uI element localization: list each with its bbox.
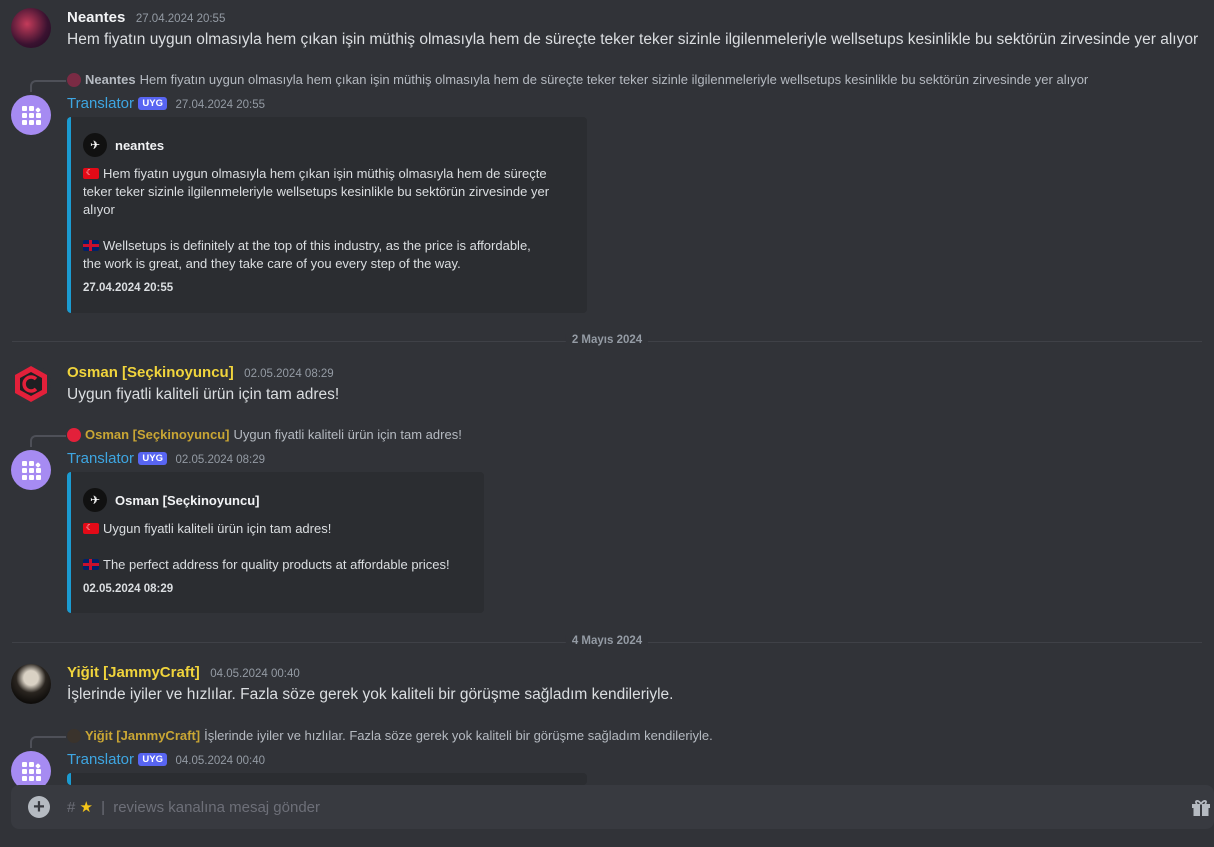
- embed-author: ✈ Osman [Seçkinoyuncu]: [83, 488, 259, 512]
- translator-bot-icon: [22, 106, 41, 125]
- reply-text: Hem fiyatın uygun olmasıyla hem çıkan iş…: [139, 72, 1089, 87]
- username[interactable]: Translator: [67, 450, 134, 467]
- reply-connector: [30, 80, 66, 92]
- channel-hash: #: [67, 799, 76, 816]
- reply-text: Uygun fiyatli kaliteli ürün için tam adr…: [233, 427, 462, 442]
- message-text: Uygun fiyatli kaliteli ürün için tam adr…: [67, 386, 340, 403]
- reply-preview[interactable]: Osman [Seçkinoyuncu] Uygun fiyatli kalit…: [67, 427, 462, 442]
- message-placeholder: reviews kanalına mesaj gönder: [113, 799, 320, 816]
- timestamp: 27.04.2024 20:55: [135, 13, 226, 25]
- embed-line: alıyor: [83, 202, 115, 217]
- reply-username[interactable]: Neantes: [85, 72, 136, 87]
- reply-preview[interactable]: Neantes Hem fiyatın uygun olmasıyla hem …: [67, 72, 1088, 87]
- uk-flag-icon: [83, 559, 99, 570]
- translator-bot-icon: [22, 461, 41, 480]
- username[interactable]: Yiğit [JammyCraft]: [67, 664, 200, 681]
- date-divider: 4 Mayıs 2024: [12, 635, 1202, 647]
- embed-line: Wellsetups is definitely at the top of t…: [103, 238, 531, 253]
- translator-bot-icon: [22, 762, 41, 781]
- turkey-flag-icon: [83, 167, 99, 179]
- reply-connector: [30, 435, 66, 447]
- embed-line: teker teker sizinle ilgilenmeleriyle wel…: [83, 184, 550, 199]
- embed-line: Uygun fiyatli kaliteli ürün için tam adr…: [103, 521, 332, 536]
- separator: |: [101, 799, 106, 816]
- timestamp: 02.05.2024 08:29: [244, 368, 334, 380]
- embed-author-name[interactable]: neantes: [115, 138, 164, 153]
- message-input[interactable]: # ★ | reviews kanalına mesaj gönder: [67, 798, 320, 816]
- embed-author-avatar: ✈: [83, 133, 107, 157]
- date-divider: 2 Mayıs 2024: [12, 334, 1202, 346]
- avatar-translator[interactable]: [11, 95, 51, 135]
- app-badge: UYG: [138, 452, 168, 466]
- reply-text: İşlerinde iyiler ve hızlılar. Fazla söze…: [204, 728, 713, 743]
- turkey-flag-icon: [83, 522, 99, 534]
- message-composer[interactable]: + # ★ | reviews kanalına mesaj gönder: [11, 785, 1214, 829]
- avatar-osman[interactable]: [11, 364, 51, 404]
- reply-avatar: [67, 728, 81, 743]
- seckinoyuncu-logo-icon: [15, 366, 47, 402]
- reply-connector: [30, 736, 66, 748]
- reply-avatar: [67, 72, 81, 87]
- avatar-neantes[interactable]: [11, 8, 51, 48]
- embed-turkish-text: Uygun fiyatli kaliteli ürün için tam adr…: [83, 520, 331, 538]
- username[interactable]: Translator: [67, 751, 134, 768]
- app-badge: UYG: [138, 97, 168, 111]
- username[interactable]: Neantes: [67, 9, 125, 26]
- message-text: Hem fiyatın uygun olmasıyla hem çıkan iş…: [67, 31, 1199, 48]
- embed-author: ✈ neantes: [83, 133, 164, 157]
- message-text: İşlerinde iyiler ve hızlılar. Fazla söze…: [67, 686, 674, 703]
- uk-flag-icon: [83, 240, 99, 251]
- embed-author-name[interactable]: Osman [Seçkinoyuncu]: [115, 493, 259, 508]
- translation-embed: ✈ Osman [Seçkinoyuncu] Uygun fiyatli kal…: [67, 472, 484, 613]
- embed-english-text: Wellsetups is definitely at the top of t…: [83, 237, 583, 273]
- date-divider-label: 4 Mayıs 2024: [565, 635, 649, 647]
- avatar-translator[interactable]: [11, 450, 51, 490]
- username[interactable]: Translator: [67, 95, 134, 112]
- timestamp: 04.05.2024 00:40: [175, 755, 265, 767]
- reply-avatar: [67, 427, 81, 442]
- timestamp: 04.05.2024 00:40: [210, 668, 300, 680]
- embed-line: Hem fiyatın uygun olmasıyla hem çıkan iş…: [103, 166, 547, 181]
- timestamp: 27.04.2024 20:55: [175, 99, 265, 111]
- add-attachment-button[interactable]: +: [28, 796, 50, 818]
- embed-line: The perfect address for quality products…: [103, 557, 450, 572]
- translation-embed: [67, 773, 587, 785]
- embed-turkish-text: Hem fiyatın uygun olmasıyla hem çıkan iş…: [83, 165, 583, 219]
- embed-line: the work is great, and they take care of…: [83, 256, 461, 271]
- reply-username[interactable]: Yiğit [JammyCraft]: [85, 728, 200, 743]
- username[interactable]: Osman [Seçkinoyuncu]: [67, 364, 234, 381]
- embed-author-avatar: ✈: [83, 488, 107, 512]
- date-divider-label: 2 Mayıs 2024: [565, 334, 649, 346]
- avatar-yigit[interactable]: [11, 664, 51, 704]
- translation-embed: ✈ neantes Hem fiyatın uygun olmasıyla he…: [67, 117, 587, 313]
- gift-icon[interactable]: [1190, 796, 1212, 818]
- reply-username[interactable]: Osman [Seçkinoyuncu]: [85, 427, 229, 442]
- embed-english-text: The perfect address for quality products…: [83, 556, 450, 574]
- embed-footer: 02.05.2024 08:29: [83, 583, 174, 595]
- reply-preview[interactable]: Yiğit [JammyCraft] İşlerinde iyiler ve h…: [67, 728, 713, 743]
- star-icon: ★: [79, 799, 93, 816]
- app-badge: UYG: [138, 753, 168, 767]
- embed-footer: 27.04.2024 20:55: [83, 282, 174, 294]
- timestamp: 02.05.2024 08:29: [175, 454, 265, 466]
